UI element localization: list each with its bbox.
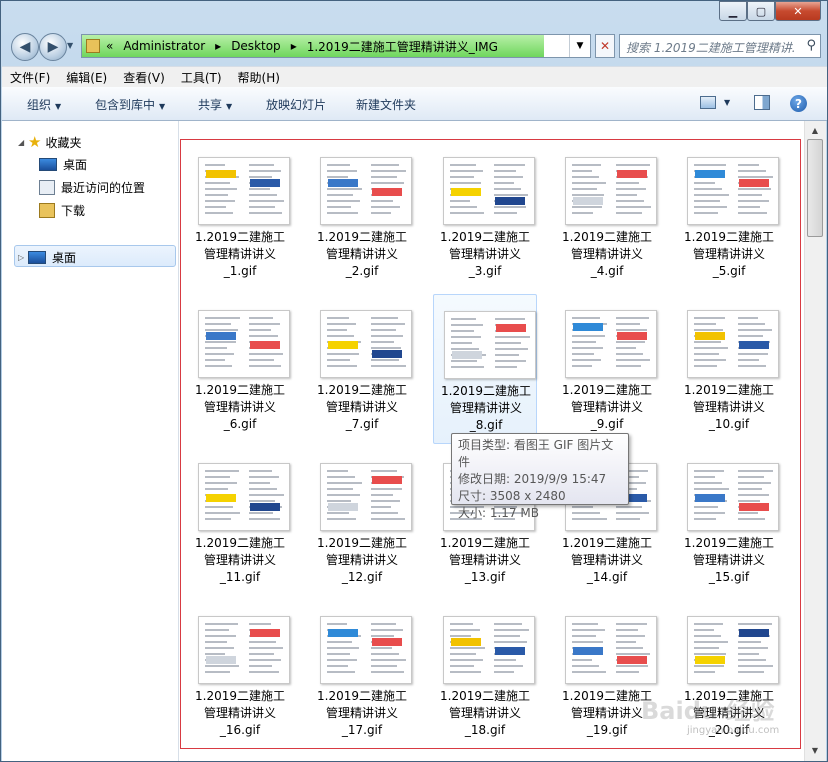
navigation-pane: ◢ ★ 收藏夹 桌面 最近访问的位置 下载 ▷ 桌面	[2, 121, 179, 761]
nav-desktop-label: 桌面	[63, 158, 88, 172]
caption-buttons: ▁ ▢ ✕	[719, 1, 821, 21]
tooltip-type: 项目类型: 看图王 GIF 图片文件	[458, 438, 614, 469]
breadcrumb-separator[interactable]: ▸	[291, 39, 297, 53]
explorer-window: ▁ ▢ ✕ ◀ ▶ ▼ « Administrator ▸ Desktop ▸ …	[0, 0, 828, 762]
view-dropdown[interactable]: ▼	[724, 98, 730, 107]
help-icon: ?	[795, 96, 802, 111]
forward-button[interactable]: ▶	[39, 33, 67, 61]
navigation-row: ◀ ▶ ▼ « Administrator ▸ Desktop ▸ 1.2019…	[9, 31, 821, 61]
forward-arrow-icon: ▶	[47, 39, 59, 55]
desktop-icon	[28, 251, 46, 264]
menu-edit[interactable]: 编辑(E)	[58, 69, 115, 86]
vertical-scrollbar[interactable]: ▲ ▼	[804, 121, 826, 761]
tooltip-size: 大小: 1.17 MB	[458, 506, 539, 520]
breadcrumb: « Administrator ▸ Desktop ▸ 1.2019二建施工管理…	[86, 35, 508, 57]
chevron-down-icon: ▼	[226, 102, 233, 111]
breadcrumb-desktop[interactable]: Desktop	[231, 39, 281, 53]
scrollbar-thumb[interactable]	[807, 139, 823, 237]
scroll-up-arrow-icon[interactable]: ▲	[808, 123, 822, 137]
close-icon: ✕	[599, 39, 611, 53]
slideshow-button[interactable]: 放映幻灯片	[266, 96, 326, 113]
breadcrumb-separator[interactable]: ▸	[215, 39, 221, 53]
command-bar: 组织 ▼ 包含到库中 ▼ 共享 ▼ 放映幻灯片 新建文件夹 ▼ ?	[2, 87, 827, 121]
nav-downloads[interactable]: 下载	[39, 202, 85, 219]
search-placeholder: 搜索 1.2019二建施工管理精讲...	[626, 41, 796, 55]
preview-pane-icon	[754, 95, 770, 110]
nav-desktop-root[interactable]: ▷ 桌面	[18, 249, 76, 266]
tooltip-date: 修改日期: 2019/9/9 15:47	[458, 472, 607, 486]
nav-desktop[interactable]: 桌面	[39, 156, 87, 173]
breadcrumb-current-folder[interactable]: 1.2019二建施工管理精讲讲义_IMG	[307, 38, 498, 55]
new-folder-button[interactable]: 新建文件夹	[356, 96, 416, 113]
folder-icon	[86, 39, 100, 53]
search-box[interactable]: 搜索 1.2019二建施工管理精讲... ⚲	[619, 34, 821, 58]
watermark-url: jingyan.baidu.com	[687, 725, 780, 736]
search-icon[interactable]: ⚲	[806, 38, 816, 53]
downloads-folder-icon	[39, 203, 55, 218]
file-tooltip: 项目类型: 看图王 GIF 图片文件 修改日期: 2019/9/9 15:47 …	[451, 433, 629, 520]
back-button[interactable]: ◀	[11, 33, 39, 61]
address-bar[interactable]: « Administrator ▸ Desktop ▸ 1.2019二建施工管理…	[81, 34, 591, 58]
menu-bar: 文件(F) 编辑(E) 查看(V) 工具(T) 帮助(H)	[2, 66, 827, 88]
include-in-library-button[interactable]: 包含到库中 ▼	[95, 96, 165, 113]
stop-button[interactable]: ✕	[595, 34, 615, 58]
menu-help[interactable]: 帮助(H)	[230, 69, 288, 86]
preview-pane-button[interactable]	[754, 94, 772, 110]
organize-button[interactable]: 组织 ▼	[27, 96, 61, 113]
share-button[interactable]: 共享 ▼	[198, 96, 232, 113]
menu-file[interactable]: 文件(F)	[2, 69, 58, 86]
maximize-button[interactable]: ▢	[747, 1, 775, 21]
breadcrumb-overflow[interactable]: «	[106, 39, 113, 53]
address-dropdown-button[interactable]: ▼	[569, 35, 590, 57]
share-label: 共享	[198, 98, 223, 112]
help-button[interactable]: ?	[790, 95, 807, 112]
collapse-arrow-icon[interactable]: ▷	[18, 253, 28, 262]
nav-favorites-label: 收藏夹	[45, 135, 82, 150]
change-view-button[interactable]	[700, 94, 718, 110]
star-icon: ★	[28, 133, 42, 151]
expand-icon[interactable]: ◢	[18, 138, 28, 147]
desktop-icon	[39, 158, 57, 171]
watermark: Baidu 经验	[641, 697, 775, 725]
include-label: 包含到库中	[95, 98, 156, 112]
minimize-button[interactable]: ▁	[719, 1, 747, 21]
menu-view[interactable]: 查看(V)	[115, 69, 173, 86]
recent-places-icon	[39, 180, 55, 195]
view-icon	[700, 96, 716, 109]
breadcrumb-administrator[interactable]: Administrator	[123, 39, 205, 53]
nav-desktop-root-label: 桌面	[52, 251, 77, 265]
close-button[interactable]: ✕	[775, 1, 821, 21]
chevron-down-icon: ▼	[159, 102, 166, 111]
nav-recent-label: 最近访问的位置	[61, 181, 146, 195]
chevron-down-icon: ▼	[576, 41, 584, 51]
back-arrow-icon: ◀	[19, 39, 31, 55]
nav-downloads-label: 下载	[61, 204, 86, 218]
scroll-down-arrow-icon[interactable]: ▼	[808, 743, 822, 757]
recent-pages-dropdown[interactable]: ▼	[67, 41, 73, 50]
tooltip-dimensions: 尺寸: 3508 x 2480	[458, 489, 566, 503]
organize-label: 组织	[27, 98, 52, 112]
menu-tools[interactable]: 工具(T)	[173, 69, 230, 86]
chevron-down-icon: ▼	[55, 102, 62, 111]
nav-favorites[interactable]: ◢ ★ 收藏夹	[18, 133, 81, 151]
nav-recent-places[interactable]: 最近访问的位置	[39, 179, 145, 196]
